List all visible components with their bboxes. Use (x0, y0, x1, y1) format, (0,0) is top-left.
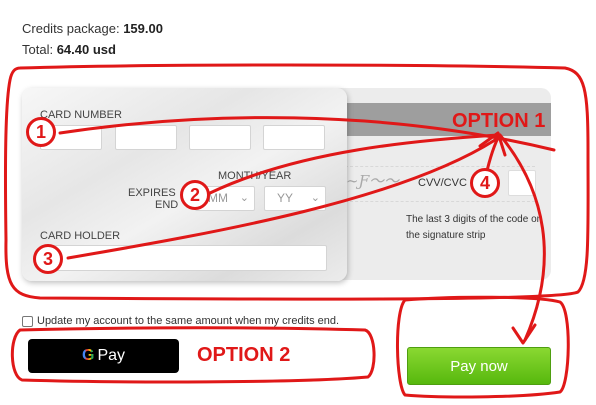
paynow-outline (395, 295, 570, 399)
arrowhead-paynow (511, 323, 537, 345)
arrow-to-paynow-line (498, 133, 546, 342)
annotation-overlay (3, 63, 590, 399)
option1-label: OPTION 1 (452, 110, 546, 132)
option2-outline (10, 326, 376, 384)
step-4-marker: 4 (470, 168, 500, 198)
option2-label: OPTION 2 (197, 344, 291, 366)
step-3-marker: 3 (33, 244, 63, 274)
step-1-marker: 1 (26, 117, 56, 147)
arrow-2-line (208, 133, 500, 195)
option1-outline (3, 63, 590, 301)
arrow-3-line (66, 138, 497, 260)
step-2-marker: 2 (180, 180, 210, 210)
